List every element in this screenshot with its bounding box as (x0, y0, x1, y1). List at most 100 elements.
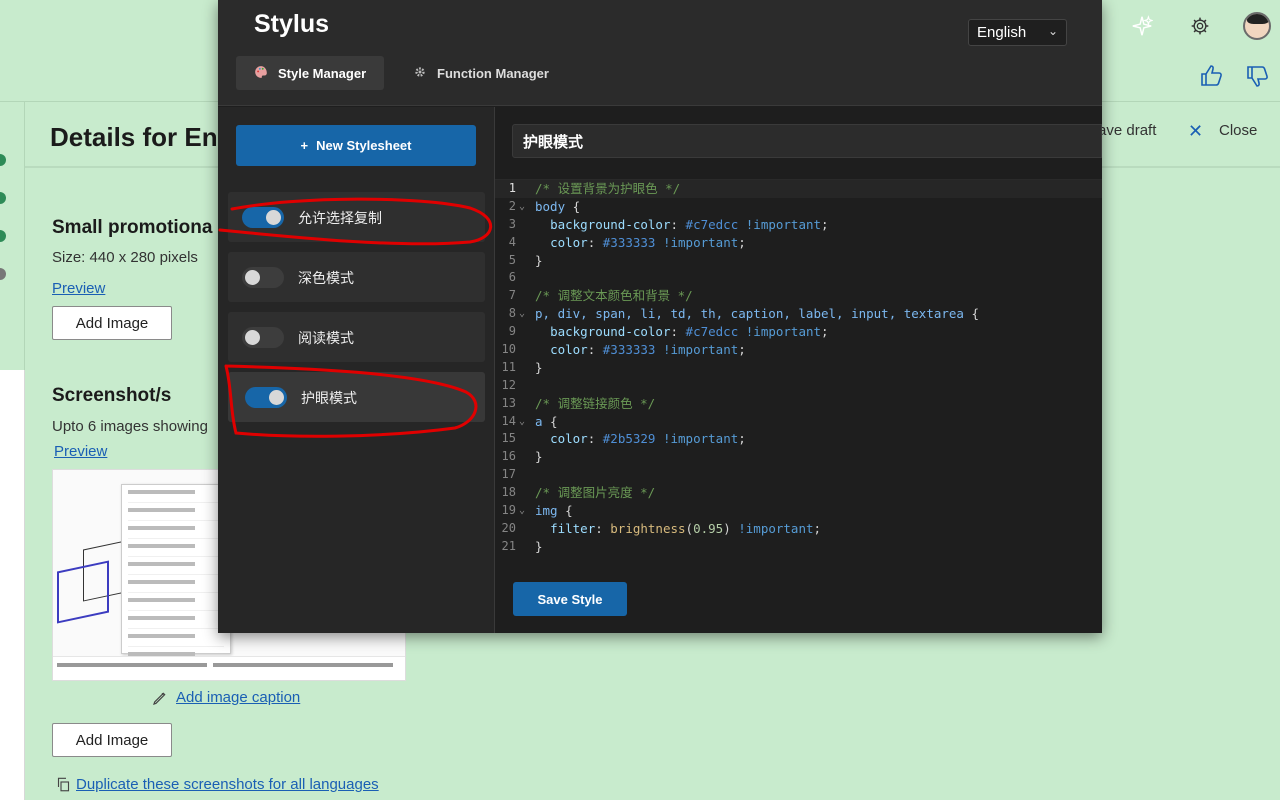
tab-style-manager[interactable]: Style Manager (236, 56, 385, 90)
code-line[interactable]: 16} (495, 448, 1102, 466)
line-number: 2 (508, 198, 516, 213)
code-line[interactable]: 20 filter: brightness(0.95) !important; (495, 520, 1102, 538)
fold-chevron-icon[interactable]: ⌄ (519, 413, 525, 431)
code-line[interactable]: 15 color: #2b5329 !important; (495, 430, 1102, 448)
code-line[interactable]: 21} (495, 538, 1102, 556)
save-draft-button[interactable]: ave draft (1098, 122, 1156, 139)
screenshots-desc: Upto 6 images showing (52, 418, 208, 435)
code-line[interactable]: 4 color: #333333 !important; (495, 234, 1102, 252)
promo-add-image-button[interactable]: Add Image (52, 306, 172, 340)
pencil-icon[interactable] (152, 690, 170, 708)
style-toggle[interactable] (245, 387, 287, 408)
line-number: 7 (508, 288, 516, 303)
save-style-button[interactable]: Save Style (513, 582, 627, 616)
code-line[interactable]: 6 (495, 269, 1102, 287)
line-number: 13 (501, 395, 516, 410)
language-value: English (977, 24, 1027, 41)
language-select[interactable]: English ⌄ (968, 19, 1067, 46)
style-item[interactable]: 允许选择复制 (228, 192, 485, 242)
style-toggle[interactable] (242, 207, 284, 228)
screenshots-title: Screenshot/s (52, 385, 172, 406)
line-number: 10 (501, 342, 516, 357)
screenshots-preview-link[interactable]: Preview (54, 443, 107, 460)
style-item[interactable]: 深色模式 (228, 252, 485, 302)
style-item-label: 阅读模式 (298, 331, 354, 347)
tab-function-manager[interactable]: Function Manager (395, 56, 567, 90)
code-text: /* 调整图片亮度 */ (535, 485, 656, 501)
chevron-down-icon: ⌄ (1047, 24, 1058, 38)
fold-chevron-icon[interactable]: ⌄ (519, 502, 525, 520)
line-number: 3 (508, 216, 516, 231)
promo-size: Size: 440 x 280 pixels (52, 249, 198, 266)
line-number: 14 (501, 413, 516, 428)
line-number: 15 (501, 431, 516, 446)
gear-icon (413, 65, 427, 82)
style-item[interactable]: 阅读模式 (228, 312, 485, 362)
style-toggle[interactable] (242, 267, 284, 288)
line-number: 21 (501, 538, 516, 553)
code-line[interactable]: 1 /* 设置背景为护眼色 */ (495, 180, 1102, 198)
style-toggle[interactable] (242, 327, 284, 348)
fold-chevron-icon[interactable]: ⌄ (519, 305, 525, 323)
code-line[interactable]: 11} (495, 359, 1102, 377)
gear-icon[interactable] (1188, 14, 1212, 38)
progress-strip (0, 102, 25, 370)
new-stylesheet-button[interactable]: + New Stylesheet (236, 125, 476, 166)
code-text: color: #333333 !important; (550, 342, 746, 358)
code-line[interactable]: 10 color: #333333 !important; (495, 341, 1102, 359)
line-number: 6 (508, 270, 516, 285)
sparkle-icon[interactable] (1130, 14, 1154, 38)
line-number: 5 (508, 252, 516, 267)
avatar[interactable] (1243, 12, 1271, 40)
code-line[interactable]: 5} (495, 252, 1102, 270)
code-text: filter: brightness(0.95) !important; (550, 520, 822, 536)
thumbs-down-icon[interactable] (1244, 62, 1272, 90)
code-line[interactable]: 13 /* 调整链接颜色 */ (495, 395, 1102, 413)
code-line[interactable]: 7 /* 调整文本颜色和背景 */ (495, 287, 1102, 305)
pending-icon (0, 268, 6, 280)
line-number: 1 (508, 181, 516, 195)
code-line[interactable]: 12 (495, 377, 1102, 395)
line-number: 18 (501, 485, 516, 500)
style-item-selected[interactable]: 护眼模式 (228, 372, 485, 422)
style-item-label: 护眼模式 (301, 391, 357, 407)
code-line[interactable]: 14 ⌄ a { (495, 413, 1102, 431)
code-line[interactable]: 8 ⌄ p, div, span, li, td, th, caption, lab… (495, 305, 1102, 323)
code-line[interactable]: 9 background-color: #c7edcc !important; (495, 323, 1102, 341)
code-editor[interactable]: 1 /* 设置背景为护眼色 */ 2 ⌄ body {3 background-colo… (495, 179, 1102, 561)
style-item-label: 允许选择复制 (298, 211, 382, 227)
screenshots-add-image-button[interactable]: Add Image (52, 723, 172, 757)
tab-label: Style Manager (278, 65, 367, 81)
popup-header: Stylus English ⌄ Style Manager Function … (218, 0, 1102, 106)
line-number: 16 (501, 449, 516, 464)
code-text: } (535, 359, 543, 375)
fold-chevron-icon[interactable]: ⌄ (519, 198, 525, 216)
code-text: /* 设置背景为护眼色 */ (535, 181, 681, 196)
code-line[interactable]: 2 ⌄ body { (495, 198, 1102, 216)
line-number: 11 (501, 359, 516, 374)
close-icon[interactable]: ✕ (1188, 121, 1203, 142)
code-line[interactable]: 3 background-color: #c7edcc !important; (495, 216, 1102, 234)
code-line[interactable]: 17 (495, 466, 1102, 484)
code-text: background-color: #c7edcc !important; (550, 216, 829, 232)
code-text: background-color: #c7edcc !important; (550, 324, 829, 340)
line-number: 9 (508, 324, 516, 339)
code-text: p, div, span, li, td, th, caption, label… (535, 306, 980, 322)
style-name-input[interactable] (512, 124, 1102, 158)
thumbs-up-icon[interactable] (1198, 62, 1226, 90)
plus-icon: + (300, 138, 309, 153)
code-line[interactable]: 18 /* 调整图片亮度 */ (495, 484, 1102, 502)
promo-preview-link[interactable]: Preview (52, 280, 105, 297)
context-menu-image (121, 484, 231, 674)
line-number: 12 (501, 377, 516, 392)
code-text: /* 调整链接颜色 */ (535, 395, 656, 411)
close-button[interactable]: Close (1219, 122, 1257, 139)
promo-title: Small promotiona (52, 217, 213, 238)
code-line[interactable]: 19 ⌄ img { (495, 502, 1102, 520)
line-number: 8 (508, 306, 516, 321)
duplicate-screenshots-link[interactable]: Duplicate these screenshots for all lang… (76, 776, 379, 793)
style-item-label: 深色模式 (298, 271, 354, 287)
add-caption-link[interactable]: Add image caption (176, 689, 300, 706)
new-stylesheet-label: New Stylesheet (316, 138, 412, 153)
check-icon (0, 154, 6, 166)
